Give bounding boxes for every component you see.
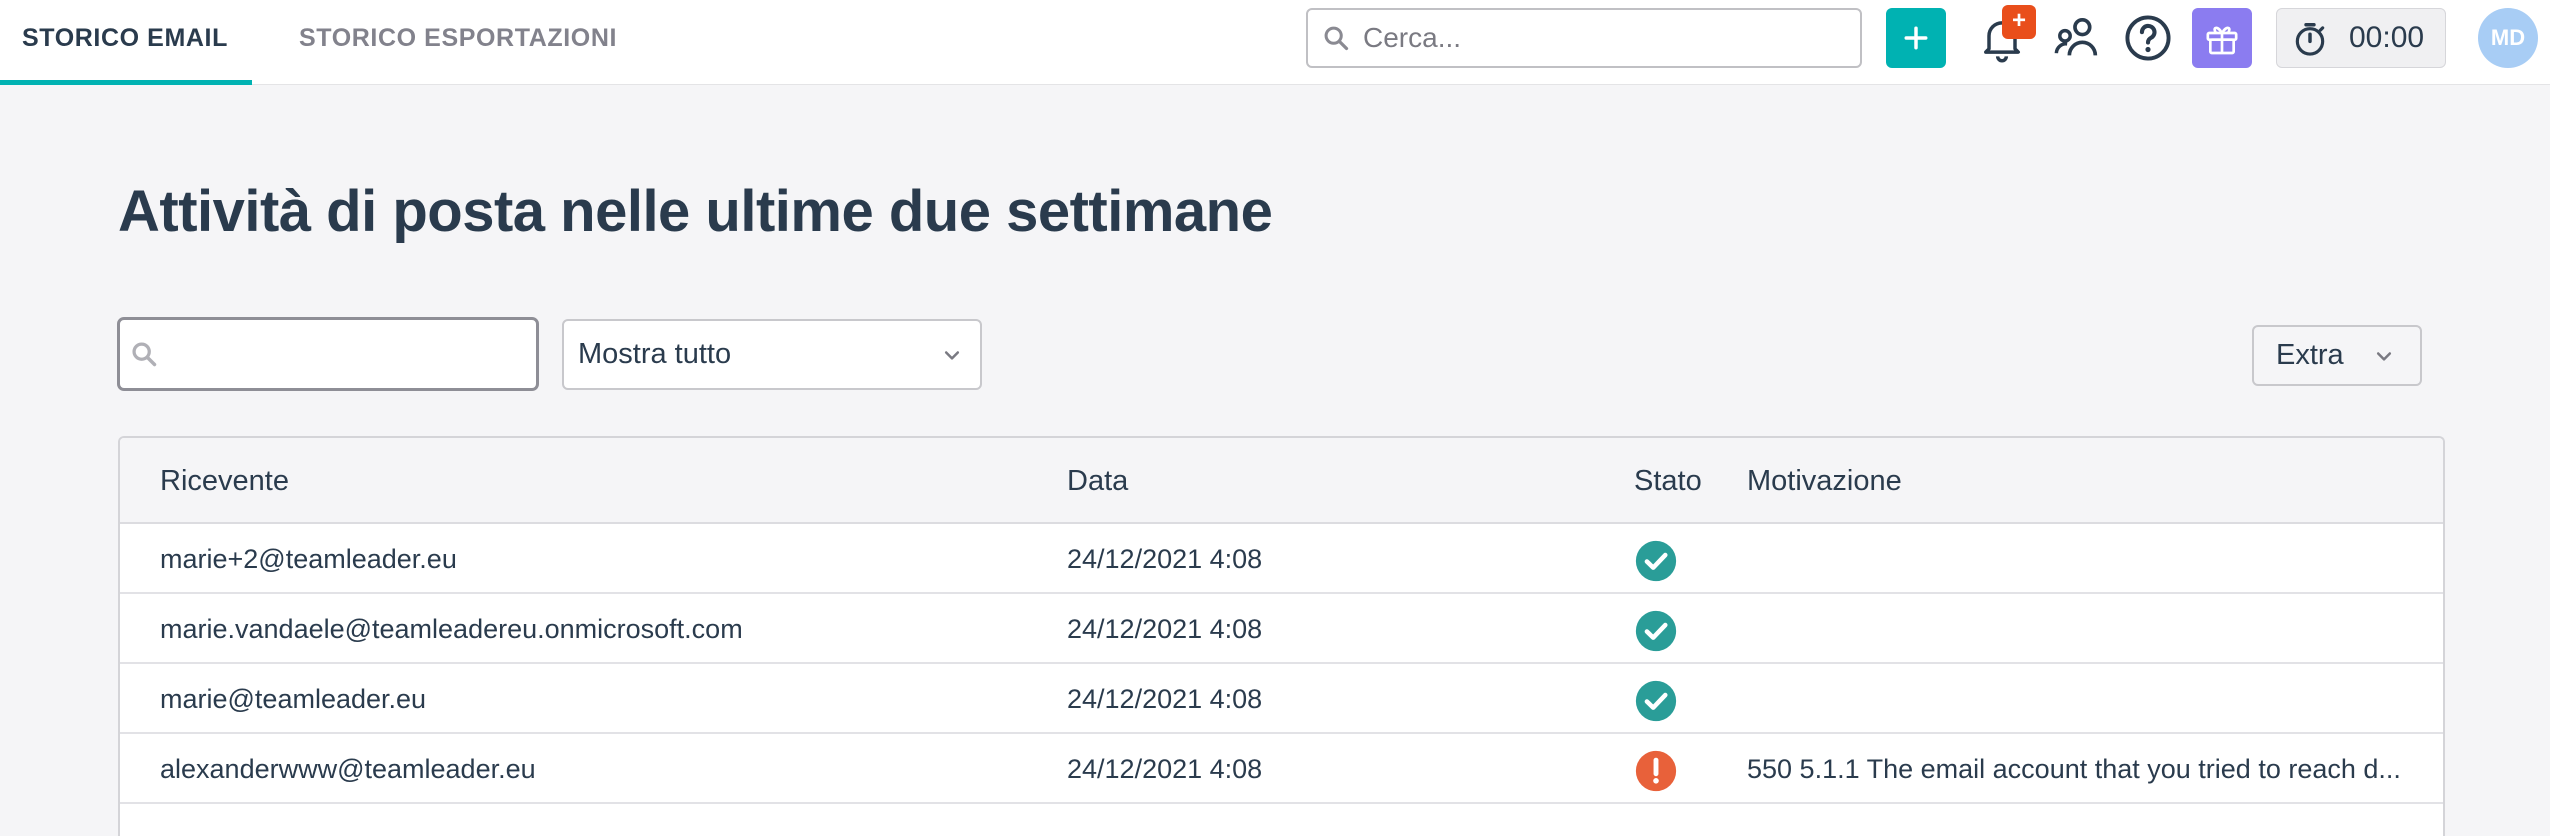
check-circle-icon xyxy=(1635,680,1677,722)
date-cell: 24/12/2021 4:08 xyxy=(1067,544,1263,574)
date-cell: 24/12/2021 4:08 xyxy=(1067,614,1263,644)
recipient-cell: marie.vandaele@teamleadereu.onmicrosoft.… xyxy=(160,614,743,644)
reason-cell: 550 5.1.1 The email account that you tri… xyxy=(1747,754,2401,784)
date-cell: 24/12/2021 4:08 xyxy=(1067,684,1263,714)
tab-label: STORICO ESPORTAZIONI xyxy=(299,24,618,52)
gift-button[interactable] xyxy=(2192,8,2252,68)
plus-icon xyxy=(1904,26,1928,50)
recipient-cell: marie+2@teamleader.eu xyxy=(160,544,457,574)
tab-storico-email[interactable]: STORICO EMAIL xyxy=(22,0,228,85)
table-row[interactable]: marie@teamleader.eu 24/12/2021 4:08 xyxy=(120,664,2443,734)
avatar[interactable]: MD xyxy=(2478,8,2538,68)
top-bar: STORICO EMAIL STORICO ESPORTAZIONI + xyxy=(0,0,2550,85)
timer-value: 00:00 xyxy=(2349,21,2425,54)
column-header-status[interactable]: Stato xyxy=(1634,438,1702,524)
exclamation-circle-icon xyxy=(1635,750,1677,792)
search-icon xyxy=(1324,26,1349,51)
page-title: Attività di posta nelle ultime due setti… xyxy=(118,179,1273,244)
global-search-input[interactable] xyxy=(1363,16,1843,60)
chevron-down-icon xyxy=(944,351,960,360)
table-row[interactable]: marie+2@teamleader.eu 24/12/2021 4:08 xyxy=(120,524,2443,594)
column-header-date[interactable]: Data xyxy=(1067,438,1128,524)
filter-search[interactable] xyxy=(117,317,539,391)
check-circle-icon xyxy=(1635,540,1677,582)
active-tab-indicator xyxy=(0,80,252,85)
tab-storico-esportazioni[interactable]: STORICO ESPORTAZIONI xyxy=(299,0,617,85)
chevron-down-icon xyxy=(2376,352,2392,361)
stopwatch-icon xyxy=(2295,23,2325,56)
check-circle-icon xyxy=(1635,610,1677,652)
email-history-table: Ricevente Data Stato Motivazione marie+2… xyxy=(118,436,2445,836)
global-search[interactable] xyxy=(1306,8,1862,68)
select-value: Mostra tutto xyxy=(578,338,732,370)
recipient-cell: alexanderwww@teamleader.eu xyxy=(160,754,536,784)
timer-button[interactable]: 00:00 xyxy=(2276,8,2446,68)
recipient-cell: marie@teamleader.eu xyxy=(160,684,427,714)
table-header: Ricevente Data Stato Motivazione xyxy=(120,438,2443,524)
users-icon[interactable] xyxy=(2052,12,2104,64)
gift-icon xyxy=(2206,26,2238,55)
help-icon[interactable] xyxy=(2122,12,2174,64)
add-button[interactable] xyxy=(1886,8,1946,68)
extra-label: Extra xyxy=(2276,339,2344,371)
column-header-reason[interactable]: Motivazione xyxy=(1747,438,1902,524)
extra-dropdown-button[interactable]: Extra xyxy=(2252,325,2422,386)
tab-label: STORICO EMAIL xyxy=(22,24,228,52)
notification-badge: + xyxy=(2002,5,2036,39)
column-header-recipient[interactable]: Ricevente xyxy=(160,438,289,524)
status-filter-select[interactable]: Mostra tutto xyxy=(562,319,982,390)
table-row[interactable]: marie.vandaele@teamleadereu.onmicrosoft.… xyxy=(120,594,2443,664)
date-cell: 24/12/2021 4:08 xyxy=(1067,754,1263,784)
search-icon xyxy=(132,342,157,367)
table-row[interactable]: alexanderwww@teamleader.eu 24/12/2021 4:… xyxy=(120,734,2443,804)
filter-search-input[interactable] xyxy=(168,332,528,376)
